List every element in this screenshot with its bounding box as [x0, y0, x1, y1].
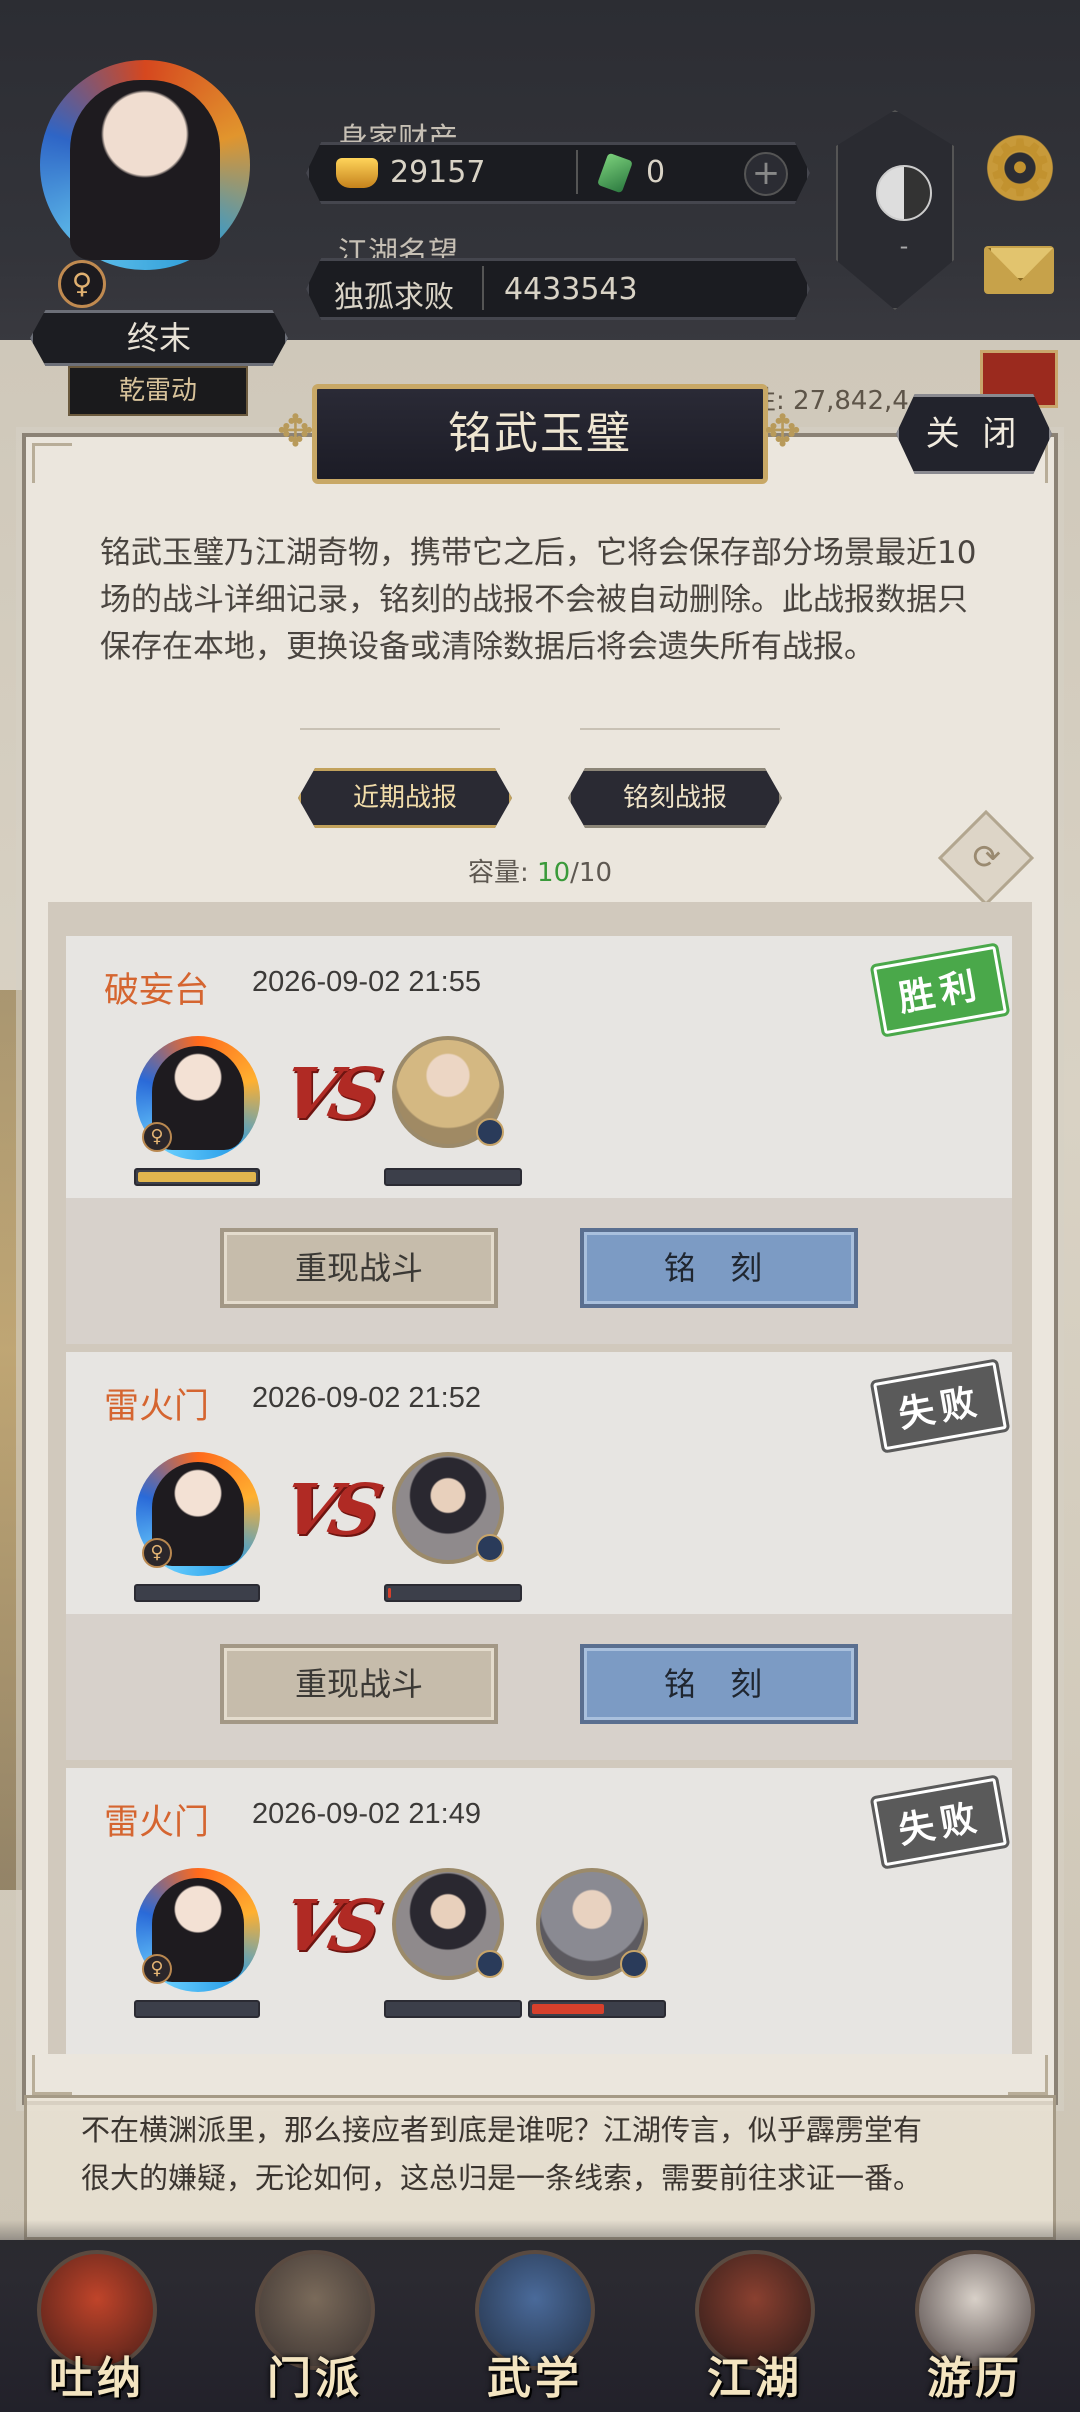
story-line: 很大的嫌疑，无论如何，这总归是一条线索，需要前往求证一番。 [81, 2161, 923, 2195]
reputation-value: 4433543 [504, 272, 638, 307]
jade-amount: 0 [646, 155, 666, 190]
refresh-icon: ⟳ [972, 837, 1001, 878]
battle-time: 2026-09-02 21:49 [252, 1798, 481, 1830]
add-currency-button[interactable]: + [744, 152, 788, 196]
defeat-stamp: 失败 [873, 1361, 1007, 1451]
battle-time: 2026-09-02 21:55 [252, 966, 481, 998]
nav-tuna[interactable]: 吐纳 [22, 2240, 172, 2412]
nav-sect[interactable]: 门派 [240, 2240, 390, 2412]
taiji-dash: - [899, 232, 909, 260]
battle-card: 雷火门 2026-09-02 21:49 失败 ♀ VS [66, 1768, 1012, 2054]
vs-mark: VS [275, 1468, 382, 1551]
gender-icon: ♀ [142, 1538, 172, 1568]
defeat-stamp: 失败 [873, 1777, 1007, 1867]
vs-mark: VS [275, 1884, 382, 1967]
battle-scene-name: 破妄台 [104, 971, 210, 1011]
battle-card: 雷火门 2026-09-02 21:52 失败 ♀ VS 重现战斗 铭 刻 [66, 1352, 1012, 1760]
opponent-hp-bar [384, 1168, 522, 1186]
capacity-label: 容量: [468, 858, 529, 888]
battle-card-actions: 重现战斗 铭 刻 [66, 1198, 1012, 1344]
wealth-divider [576, 150, 578, 194]
battle-card: 破妄台 2026-09-02 21:55 胜利 ♀ VS 重现战斗 铭 刻 [66, 936, 1012, 1344]
replay-battle-button[interactable]: 重现战斗 [220, 1228, 498, 1308]
taiji-icon [876, 165, 932, 221]
nav-travel[interactable]: 游历 [900, 2240, 1050, 2412]
player-avatar[interactable]: ♀ [40, 60, 250, 310]
tab-recent-reports[interactable]: 近期战报 [298, 768, 512, 828]
faction-icon [476, 1534, 504, 1562]
battle-list[interactable]: 破妄台 2026-09-02 21:55 胜利 ♀ VS 重现战斗铭 刻雷火门 2026-0… [48, 902, 1032, 2054]
player-title: 乾雷动 [68, 366, 248, 416]
replay-battle-button[interactable]: 重现战斗 [220, 1644, 498, 1724]
gold-ingot-icon [336, 158, 378, 188]
battle-scene-name: 雷火门 [104, 1803, 210, 1843]
faction-icon [476, 1950, 504, 1978]
capacity-total: /10 [570, 858, 612, 888]
reputation-divider [482, 266, 484, 310]
gold-amount: 29157 [390, 155, 486, 190]
settings-gear-icon[interactable] [982, 124, 1058, 214]
player-hp-bar [134, 2000, 260, 2018]
player-hp-bar [134, 1168, 260, 1186]
player-hp-bar [134, 1584, 260, 1602]
bottom-nav: 吐纳 门派 武学 江湖 游历 [0, 2220, 1080, 2412]
tab-engraved-reports[interactable]: 铭刻战报 [568, 768, 782, 828]
capacity-current: 10 [537, 858, 571, 888]
vs-mark: VS [275, 1052, 382, 1135]
battle-scene-name: 雷火门 [104, 1387, 210, 1427]
faction-icon [620, 1950, 648, 1978]
faction-icon [476, 1118, 504, 1146]
mail-icon[interactable] [984, 246, 1054, 294]
opponent-hp-bar [384, 1584, 522, 1602]
opponent-hp-fill [532, 2004, 604, 2014]
player-name: 终末 [30, 310, 288, 366]
engrave-button[interactable]: 铭 刻 [580, 1644, 858, 1724]
victory-stamp: 胜利 [873, 945, 1007, 1035]
gender-icon: ♀ [142, 1954, 172, 1984]
close-button[interactable]: 关 闭 [896, 394, 1052, 474]
opponent-hp-bar [384, 2000, 522, 2018]
gender-icon: ♀ [142, 1122, 172, 1152]
opponent-hp-fill [388, 1588, 391, 1598]
battle-time: 2026-09-02 21:52 [252, 1382, 481, 1414]
story-line: 不在横渊派里，那么接应者到底是谁呢？江湖传言，似乎霹雳堂有 [81, 2113, 923, 2147]
wealth-bar [306, 142, 810, 204]
modal-intro-text: 铭武玉璧乃江湖奇物，携带它之后，它将会保存部分场景最近10场的战斗详细记录，铭刻… [100, 535, 977, 665]
modal-title: 铭武玉璧 [277, 384, 803, 484]
story-text-box: 不在横渊派里，那么接应者到底是谁呢？江湖传言，似乎霹雳堂有 很大的嫌疑，无论如何… [24, 2095, 1056, 2240]
divider-left [300, 710, 500, 730]
gender-icon: ♀ [58, 260, 106, 308]
nav-jianghu[interactable]: 江湖 [680, 2240, 830, 2412]
opponent-hp-bar [528, 2000, 666, 2018]
engrave-button[interactable]: 铭 刻 [580, 1228, 858, 1308]
battle-card-actions: 重现战斗 铭 刻 [66, 1614, 1012, 1760]
reputation-title: 独孤求败 [334, 280, 454, 315]
capacity-readout: 容量: 10/10 [400, 852, 680, 889]
nav-martial[interactable]: 武学 [460, 2240, 610, 2412]
player-hp-fill [138, 1172, 256, 1182]
divider-right [580, 710, 780, 730]
